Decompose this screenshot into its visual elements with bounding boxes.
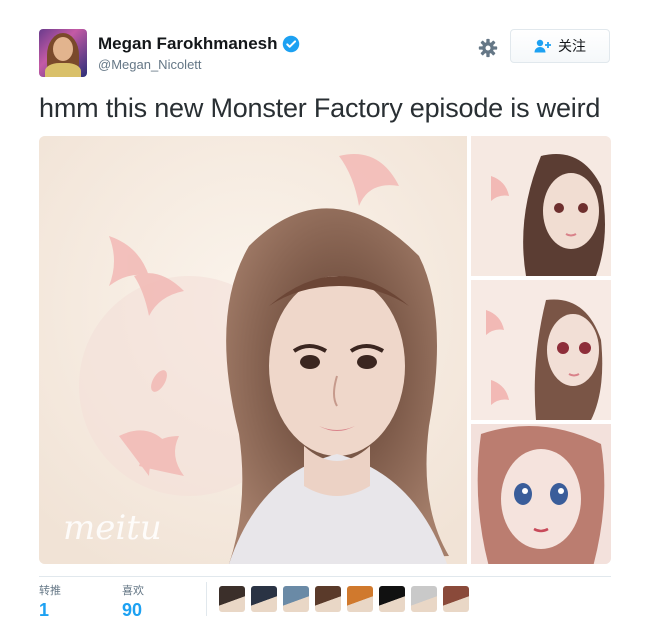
tweet-text: hmm this new Monster Factory episode is … [39,93,601,123]
stats-separator [206,582,207,616]
add-user-icon [534,39,551,53]
retweets-label: 转推 [39,585,61,597]
thumbnail-3[interactable] [471,424,611,564]
thumbnail-2-illustration [471,280,611,420]
liker-avatar[interactable] [219,586,245,612]
liker-avatars [219,586,469,612]
retweets-count: 1 [39,600,50,620]
avatar-face [53,37,73,61]
liker-avatar[interactable] [347,586,373,612]
gear-icon[interactable] [478,38,498,58]
likes-stat[interactable]: 喜欢 90 [122,582,144,621]
avatar-body [45,63,81,77]
follow-button[interactable]: 关注 [510,29,610,63]
thumbnail-3-illustration [471,424,611,564]
liker-avatar[interactable] [443,586,469,612]
user-handle[interactable]: @Megan_Nicolett [98,57,202,72]
liker-avatar[interactable] [251,586,277,612]
thumbnail-1-illustration [471,136,611,276]
thumbnail-1[interactable] [471,136,611,276]
display-name[interactable]: Megan Farokhmanesh [98,34,278,54]
liker-avatar[interactable] [315,586,341,612]
main-photo-illustration [39,136,467,564]
stats-divider [39,576,611,577]
tweet-media[interactable]: meitu [39,136,611,564]
retweets-stat[interactable]: 转推 1 [39,582,61,621]
likes-count: 90 [122,600,143,620]
verified-badge-icon [282,35,299,53]
thumbnail-2[interactable] [471,280,611,420]
name-row: Megan Farokhmanesh [98,34,300,54]
liker-avatar[interactable] [411,586,437,612]
likes-label: 喜欢 [122,585,144,597]
meitu-watermark: meitu [63,508,162,548]
avatar[interactable] [39,29,87,77]
liker-avatar[interactable] [283,586,309,612]
follow-button-label: 关注 [558,38,586,54]
liker-avatar[interactable] [379,586,405,612]
main-photo[interactable]: meitu [39,136,467,564]
